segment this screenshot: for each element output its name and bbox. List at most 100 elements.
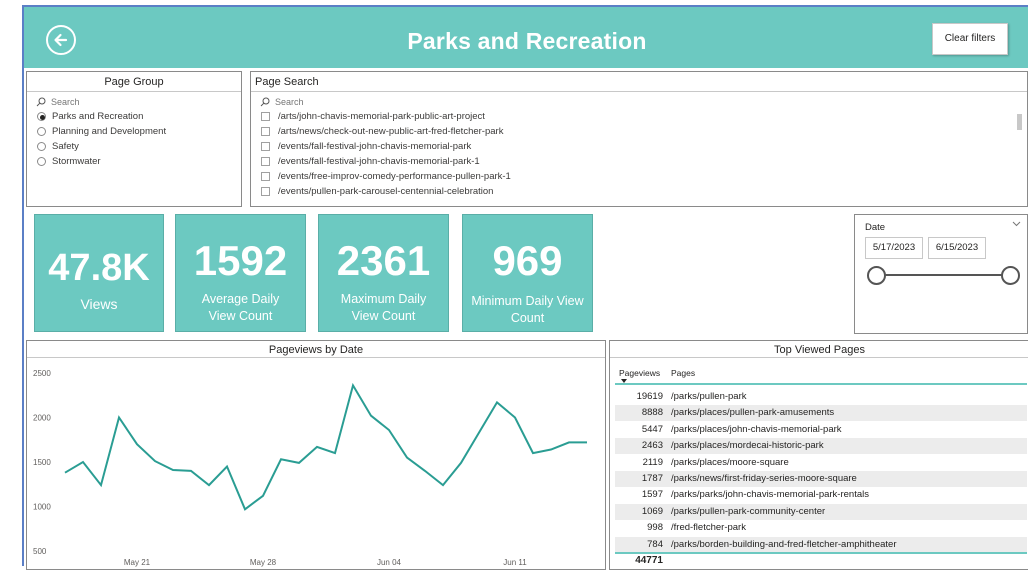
page-search-item[interactable]: /events/pullen-park-carousel-centennial-…	[251, 184, 1027, 199]
total-value: 44771	[635, 555, 663, 566]
kpi-label: View Count	[208, 309, 273, 323]
pageviews-series-line[interactable]	[64, 382, 587, 511]
table-row[interactable]: 784/parks/borden-building-and-fred-fletc…	[615, 536, 1027, 553]
item-label: /events/fall-festival-john-chavis-memori…	[278, 141, 472, 152]
pageviews-cell: 1069	[641, 505, 663, 517]
page-search-input[interactable]: Search	[251, 94, 1027, 109]
clear-filters-button[interactable]: Clear filters	[932, 23, 1008, 55]
page-group-option-stormwater[interactable]: Stormwater	[27, 154, 241, 169]
kpi-value: 1592	[193, 237, 288, 284]
pageviews-cell: 998	[647, 522, 663, 534]
pageviews-by-date-chart: Pageviews by Date 2500 2000 1500 1000 500 May…	[26, 340, 606, 570]
table-row[interactable]: 2119/parks/places/moore-square	[615, 455, 1027, 471]
checkbox-icon	[261, 157, 270, 166]
page-search-item[interactable]: /arts/john-chavis-memorial-park-public-a…	[251, 109, 1027, 124]
pageviews-cell: 2119	[642, 456, 663, 468]
kpi-label: Views	[80, 296, 118, 312]
option-label: Safety	[52, 141, 79, 152]
table-row[interactable]: 8888/parks/places/pullen-park-amusements	[615, 405, 1027, 422]
date-range-slider[interactable]	[877, 274, 1011, 276]
page-cell: /parks/places/mordecai-historic-park	[671, 440, 824, 452]
total-divider	[615, 552, 1027, 554]
page-cell: /fred-fletcher-park	[671, 522, 746, 534]
start-date-handle[interactable]	[867, 266, 886, 285]
kpi-label: Average Daily	[201, 292, 280, 306]
item-label: /arts/john-chavis-memorial-park-public-a…	[278, 111, 485, 122]
item-label: /events/free-improv-comedy-performance-p…	[278, 171, 511, 182]
pageviews-cell: 784	[647, 538, 663, 550]
header-bar: Parks and Recreation Clear filters	[24, 7, 1028, 68]
y-tick-label: 500	[33, 547, 47, 556]
y-tick-label: 2000	[33, 414, 51, 423]
start-date-input[interactable]: 5/17/2023	[865, 237, 923, 259]
kpi-card-maximum-daily: 2361 Maximum Daily View Count	[318, 214, 449, 332]
table-row[interactable]: 998/fred-fletcher-park	[615, 520, 1027, 536]
chart-title: Pageviews by Date	[27, 341, 605, 358]
option-label: Parks and Recreation	[52, 111, 144, 122]
kpi-label: Minimum Daily View	[471, 294, 584, 308]
page-cell: /parks/places/moore-square	[671, 456, 789, 468]
pageviews-cell: 2463	[641, 440, 663, 452]
page-group-option-safety[interactable]: Safety	[27, 139, 241, 154]
item-label: /arts/news/check-out-new-public-art-fred…	[278, 126, 504, 137]
search-icon	[260, 97, 270, 106]
table-row[interactable]: 2463/parks/places/mordecai-historic-park	[615, 438, 1027, 455]
checkbox-icon	[261, 172, 270, 181]
checkbox-icon	[261, 142, 270, 151]
table-row[interactable]: 19619/parks/pullen-park	[615, 389, 1027, 405]
end-date-input[interactable]: 6/15/2023	[928, 237, 986, 259]
kpi-value: 969	[492, 237, 563, 284]
page-group-option-planning[interactable]: Planning and Development	[27, 124, 241, 139]
pageviews-cell: 1597	[641, 489, 663, 501]
date-slicer: Date 5/17/2023 6/15/2023	[854, 214, 1028, 334]
page-search-item[interactable]: /events/free-improv-comedy-performance-p…	[251, 169, 1027, 184]
page-group-title: Page Group	[27, 72, 241, 92]
kpi-value: 47.8K	[48, 247, 150, 289]
page-search-item[interactable]: /events/fall-festival-john-chavis-memori…	[251, 139, 1027, 154]
y-tick-label: 1500	[33, 458, 51, 467]
table-row[interactable]: 5447/parks/places/john-chavis-memorial-p…	[615, 422, 1027, 438]
item-label: /events/pullen-park-carousel-centennial-…	[278, 186, 494, 197]
page-group-search-placeholder: Search	[51, 96, 80, 107]
column-header-pages[interactable]: Pages	[671, 368, 695, 378]
page-search-title: Page Search	[251, 72, 1027, 92]
page-cell: /parks/news/first-friday-series-moore-sq…	[671, 473, 857, 484]
y-tick-label: 2500	[33, 369, 51, 378]
report-canvas: Parks and Recreation Clear filters Page …	[22, 5, 1028, 570]
pageviews-cell: 19619	[636, 391, 663, 402]
kpi-label: Count	[510, 311, 545, 325]
date-slicer-title: Date	[865, 222, 886, 233]
page-group-search[interactable]: Search	[27, 94, 241, 109]
table-row[interactable]: 1597/parks/parks/john-chavis-memorial-pa…	[615, 487, 1027, 503]
page-group-option-parks[interactable]: Parks and Recreation	[27, 109, 241, 124]
radio-empty-icon	[37, 157, 46, 166]
page-cell: /parks/places/pullen-park-amusements	[671, 407, 835, 419]
table-row[interactable]: 1069/parks/pullen-park-community-center	[615, 503, 1027, 520]
page-cell: /parks/pullen-park-community-center	[671, 505, 826, 517]
page-cell: /parks/borden-building-and-fred-fletcher…	[671, 538, 897, 550]
kpi-card-views: 47.8K Views	[34, 214, 164, 332]
page-search-scrollbar[interactable]	[1017, 114, 1022, 130]
kpi-card-minimum-daily: 969 Minimum Daily View Count	[462, 214, 593, 332]
page-search-slicer: Page Search Search /arts/john-chavis-mem…	[250, 71, 1028, 207]
page-search-placeholder: Search	[275, 96, 304, 107]
checkbox-icon	[261, 112, 270, 121]
pageviews-cell: 1787	[641, 473, 663, 484]
page-search-item[interactable]: /events/fall-festival-john-chavis-memori…	[251, 154, 1027, 169]
pageviews-cell: 8888	[641, 407, 663, 419]
radio-empty-icon	[37, 127, 46, 136]
table-row[interactable]: 1787/parks/news/first-friday-series-moor…	[615, 471, 1027, 487]
radio-selected-icon	[37, 112, 46, 121]
page-search-item[interactable]: /arts/news/check-out-new-public-art-fred…	[251, 124, 1027, 139]
end-date-handle[interactable]	[1001, 266, 1020, 285]
kpi-label: Maximum Daily	[340, 292, 427, 306]
page-cell: /parks/places/john-chavis-memorial-park	[671, 423, 842, 435]
top-viewed-pages-table: Top Viewed Pages Pageviews Pages 19619/p…	[609, 340, 1028, 570]
y-tick-label: 1000	[33, 503, 51, 512]
kpi-label: View Count	[351, 309, 416, 323]
page-group-slicer: Page Group Search Parks and Recreation P…	[26, 71, 242, 207]
column-header-pageviews[interactable]: Pageviews	[619, 368, 660, 378]
checkbox-icon	[261, 127, 270, 136]
pageviews-cell: 5447	[641, 423, 663, 435]
chevron-down-icon[interactable]	[1012, 221, 1021, 227]
